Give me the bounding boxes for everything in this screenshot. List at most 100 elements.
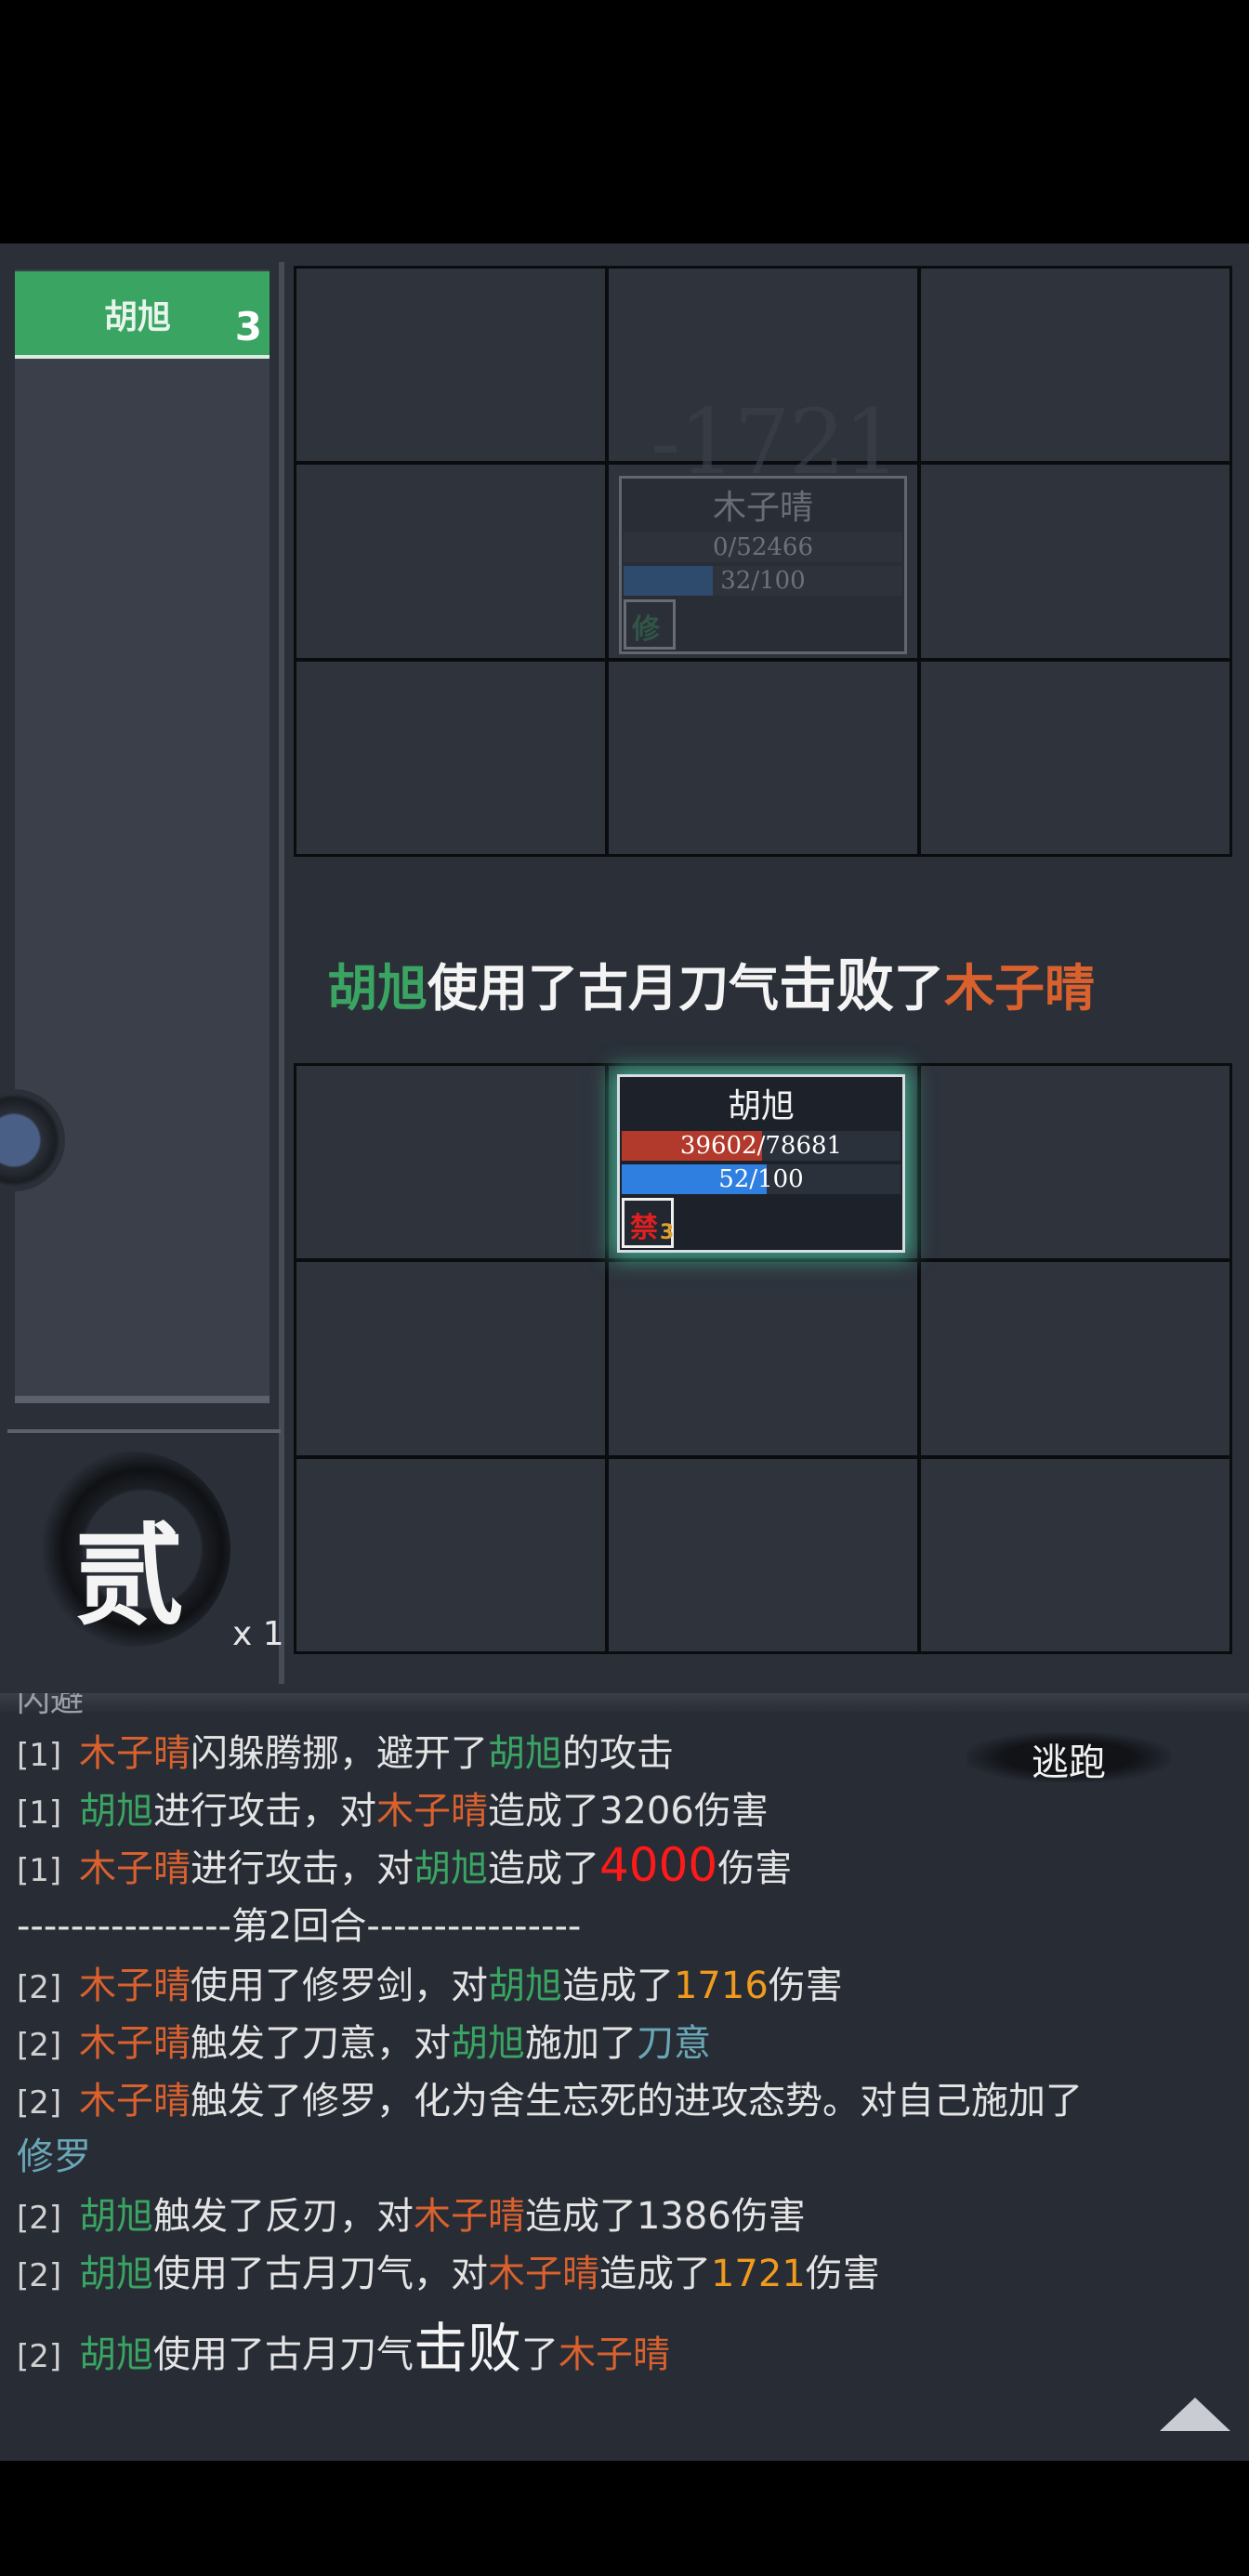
log-line: [2] 胡旭使用了古月刀气击败了木子晴	[17, 2305, 670, 2383]
log-segment: 木子晴	[413, 2195, 525, 2238]
hp-bar: 0/52466	[624, 532, 902, 562]
grid-cell[interactable]	[296, 269, 605, 462]
ally-unit-card[interactable]: 胡旭 39602/78681 52/100 禁 3	[617, 1074, 905, 1253]
log-segment: 胡旭	[78, 2333, 153, 2376]
log-segment: 造成了	[561, 1965, 674, 2007]
status-effect-icon[interactable]: 禁 3	[622, 1198, 674, 1248]
log-segment: 伤害	[768, 1965, 843, 2007]
unit-name: 木子晴	[712, 489, 813, 527]
log-line: [2] 胡旭触发了反刃，对木子晴造成了1386伤害	[17, 2186, 806, 2240]
grid-cell[interactable]	[921, 465, 1229, 658]
status-effect-icon[interactable]: 修	[624, 599, 676, 650]
unit-name: 胡旭	[727, 1087, 795, 1125]
log-line: [1] 木子晴进行攻击，对胡旭造成了4000伤害	[17, 1838, 792, 1892]
log-segment: 木子晴	[78, 1847, 191, 1890]
log-segment: 触发了反刃，对	[152, 2195, 414, 2238]
log-line: [2] 木子晴触发了刀意，对胡旭施加了刀意	[17, 2013, 711, 2067]
status-stack-count: 3	[660, 1221, 675, 1244]
battle-log[interactable]: 闪避 [1] 木子晴闪躲腾挪，避开了胡旭的攻击 [1] 胡旭进行攻击，对木子晴造成…	[0, 1693, 1249, 2461]
log-round-tag: [2]	[17, 2084, 72, 2122]
round-number: 贰	[74, 1511, 185, 1640]
panel-divider	[279, 262, 284, 1684]
log-line: ----------------第2回合----------------	[17, 1896, 581, 1950]
log-segment: 1716	[673, 1965, 769, 2007]
log-segment: 木子晴	[487, 2253, 599, 2295]
log-segment: 造成了1386伤害	[524, 2195, 806, 2238]
escape-button[interactable]: 逃跑	[966, 1725, 1171, 1790]
grid-cell[interactable]	[296, 1262, 605, 1455]
grid-cell[interactable]	[921, 269, 1229, 462]
log-line: [2] 木子晴使用了修罗剑，对胡旭造成了1716伤害	[17, 1955, 843, 2009]
log-segment: 伤害	[805, 2253, 880, 2295]
escape-button-label: 逃跑	[1032, 1741, 1106, 1784]
log-segment: 4000	[598, 1838, 718, 1892]
log-line: [2] 胡旭使用了古月刀气，对木子晴造成了1721伤害	[17, 2243, 880, 2297]
log-segment: 木子晴	[78, 1965, 191, 2007]
grid-cell[interactable]	[296, 1458, 605, 1651]
log-segment: 造成了	[598, 2253, 711, 2295]
mp-bar: 52/100	[622, 1164, 901, 1194]
log-segment: 触发了刀意，对	[190, 2022, 451, 2065]
log-segment: 了	[520, 2333, 559, 2376]
grid-cell[interactable]	[921, 1262, 1229, 1455]
log-line: 修罗	[17, 2126, 91, 2180]
panel-rail	[15, 1396, 270, 1403]
grid-cell[interactable]	[296, 1066, 605, 1259]
enemy-unit-card[interactable]: 木子晴 0/52466 32/100 修	[619, 476, 907, 654]
bottom-black-bar	[0, 2461, 1249, 2576]
status-label: 修	[632, 613, 660, 646]
announce-actor: 胡旭	[327, 958, 427, 1018]
panel-separator	[7, 1429, 281, 1433]
log-segment: 胡旭	[78, 2195, 153, 2238]
announce-particle: 了	[894, 958, 945, 1018]
log-segment: 触发了修罗，化为舍生忘死的进攻态势。对自己施加了	[190, 2080, 1083, 2123]
log-segment: 胡旭	[413, 1847, 488, 1890]
log-segment: 伤害	[717, 1847, 793, 1890]
log-round-tag: [2]	[17, 2200, 72, 2237]
grid-cell[interactable]	[296, 465, 605, 658]
top-black-bar	[0, 0, 1249, 243]
announce-target: 木子晴	[944, 958, 1096, 1018]
grid-cell[interactable]	[609, 1458, 917, 1651]
log-segment: 击败	[413, 2317, 521, 2380]
log-round-tag: [1]	[17, 1852, 72, 1889]
player-tag-name: 胡旭	[104, 298, 172, 336]
log-segment: 刀意	[636, 2022, 711, 2065]
announce-verb: 击败	[779, 952, 895, 1019]
grid-cell[interactable]	[921, 661, 1229, 854]
log-round-tag: [2]	[17, 1969, 72, 2006]
log-segment: 进行攻击，对	[190, 1847, 414, 1890]
log-segment: 修罗	[17, 2136, 91, 2178]
log-round-tag: [1]	[17, 1737, 72, 1774]
mp-text: 52/100	[718, 1165, 804, 1193]
mp-bar: 32/100	[624, 566, 902, 596]
hp-text: 0/52466	[712, 533, 813, 561]
log-segment: 使用了古月刀气，对	[152, 2253, 488, 2295]
left-party-panel	[15, 269, 270, 1403]
round-multiplier: x 1	[232, 1615, 284, 1653]
status-label: 禁	[630, 1212, 658, 1244]
announce-action: 使用了古月刀气	[427, 958, 779, 1018]
log-segment: 1721	[710, 2253, 806, 2295]
grid-cell[interactable]	[921, 1458, 1229, 1651]
grid-cell[interactable]	[296, 661, 605, 854]
grid-cell[interactable]	[609, 661, 917, 854]
mp-text: 32/100	[720, 567, 806, 595]
log-round-tag: [1]	[17, 1794, 72, 1832]
log-segment: 使用了古月刀气	[152, 2333, 414, 2376]
log-top-fade	[0, 1693, 1249, 1714]
player-tag-count: 3	[234, 304, 262, 349]
log-round-tag: [2]	[17, 2338, 72, 2375]
log-segment: 胡旭	[487, 1965, 562, 2007]
player-tag[interactable]: 胡旭 3	[15, 271, 270, 359]
hp-bar: 39602/78681	[622, 1131, 901, 1161]
scroll-up-arrow-icon[interactable]	[1160, 2398, 1230, 2431]
log-segment: 木子晴	[78, 1732, 191, 1775]
grid-cell[interactable]	[921, 1066, 1229, 1259]
log-segment: 胡旭	[78, 2253, 153, 2295]
log-segment: 造成了	[487, 1847, 599, 1890]
log-round-tag: [2]	[17, 2027, 72, 2064]
log-segment: 进行攻击，对	[152, 1790, 376, 1833]
grid-cell[interactable]	[609, 1262, 917, 1455]
log-segment: 造成了3206伤害	[487, 1790, 769, 1833]
